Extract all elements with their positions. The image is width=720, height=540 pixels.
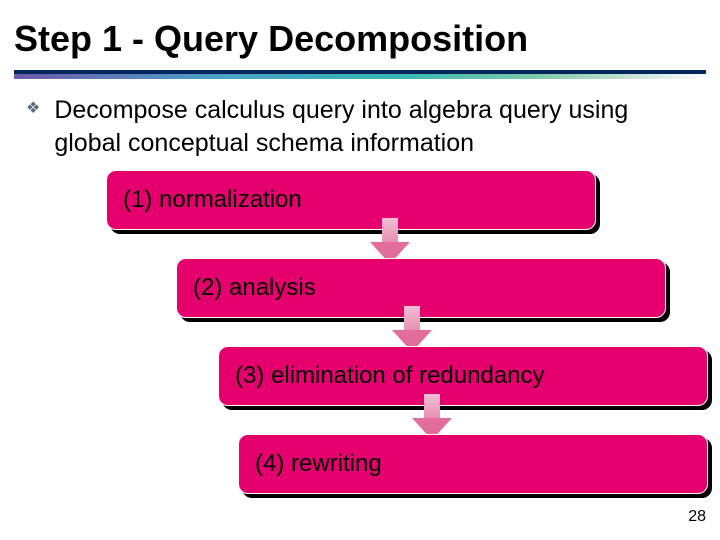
step-label: (3) elimination of redundancy — [235, 362, 545, 390]
bullet-row: ❖ Decompose calculus query into algebra … — [26, 94, 700, 159]
step-label: (4) rewriting — [255, 450, 382, 478]
bullet-text: Decompose calculus query into algebra qu… — [54, 94, 700, 159]
step-box-1: (1) normalization — [106, 170, 596, 230]
page-number: 28 — [688, 508, 706, 526]
step-stack: (1) normalization (2) analysis (3) elimi… — [0, 170, 720, 540]
bullet-diamond-icon: ❖ — [26, 101, 40, 117]
slide-title: Step 1 - Query Decomposition — [14, 18, 528, 60]
slide: Step 1 - Query Decomposition ❖ Decompose… — [0, 0, 720, 540]
underline-gradient — [14, 74, 706, 79]
step-label: (2) analysis — [193, 274, 316, 302]
title-underline — [14, 70, 706, 79]
step-label: (1) normalization — [123, 186, 302, 214]
step-box-4: (4) rewriting — [238, 434, 708, 494]
step-box-3: (3) elimination of redundancy — [218, 346, 708, 406]
